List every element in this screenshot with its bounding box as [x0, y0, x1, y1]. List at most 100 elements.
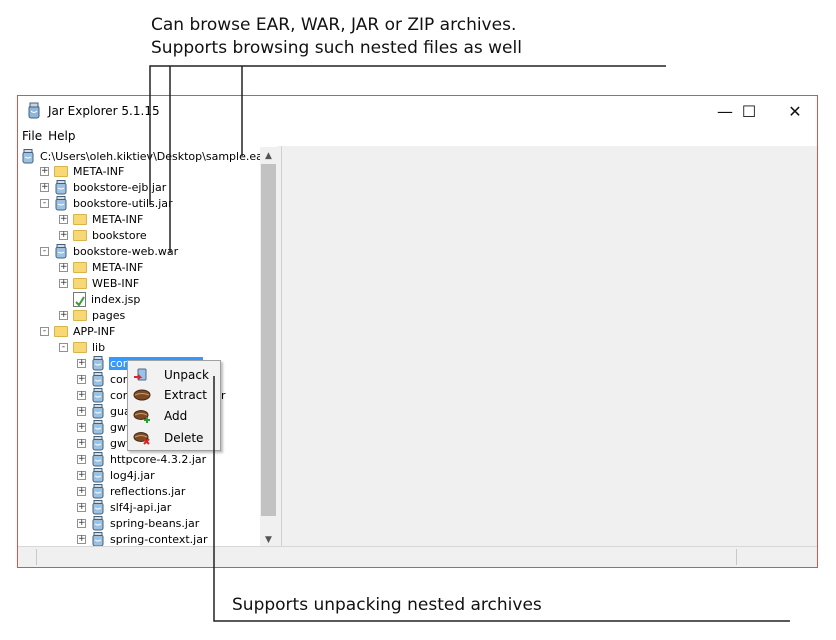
menu-item-delete[interactable]: Delete: [128, 427, 220, 448]
collapse-icon[interactable]: -: [59, 343, 68, 352]
tree-node-label: httpcore-4.3.2.jar: [110, 452, 207, 466]
menu-item-label: Unpack: [164, 367, 209, 382]
tree-node[interactable]: bookstore-utils.jar: [54, 195, 174, 211]
status-bar: [18, 546, 817, 567]
callout-unpack-nested: Supports unpacking nested archives: [232, 595, 542, 615]
expand-icon[interactable]: +: [59, 279, 68, 288]
folder-icon: [54, 165, 68, 177]
expand-icon[interactable]: +: [77, 535, 86, 544]
content-pane: [282, 146, 817, 548]
expand-icon[interactable]: +: [59, 263, 68, 272]
menu-item-add[interactable]: Add: [128, 405, 220, 426]
tree-node[interactable]: bookstore: [73, 227, 148, 243]
scroll-thumb[interactable]: [261, 164, 276, 516]
expand-icon[interactable]: +: [77, 423, 86, 432]
tree-node-label: bookstore: [92, 228, 147, 242]
folder-icon: [73, 277, 87, 289]
jar-app-icon: [28, 102, 40, 119]
app-window: Jar Explorer 5.1.15 — ☐ ✕ File Help C:\Us…: [17, 95, 818, 568]
expand-icon[interactable]: +: [59, 231, 68, 240]
tree-node[interactable]: META-INF: [73, 211, 144, 227]
coffee-bean-icon: [133, 389, 151, 400]
context-menu: Unpack Extract Add Delete: [127, 360, 221, 451]
tree-node-label: APP-INF: [73, 324, 116, 338]
expand-icon[interactable]: +: [77, 439, 86, 448]
tree-node-label: WEB-INF: [92, 276, 140, 290]
tree-node-label: META-INF: [92, 260, 144, 274]
menu-item-label: Extract: [164, 387, 207, 402]
expand-icon[interactable]: +: [77, 487, 86, 496]
close-button[interactable]: ✕: [772, 96, 818, 126]
tree-node[interactable]: WEB-INF: [73, 275, 140, 291]
status-divider-right: [736, 549, 737, 565]
menu-file[interactable]: File: [18, 126, 46, 143]
expand-icon[interactable]: +: [77, 407, 86, 416]
tree-node-label: pages: [92, 308, 126, 322]
jar-icon: [54, 179, 68, 195]
tree-node[interactable]: META-INF: [73, 259, 144, 275]
scroll-up-arrow-icon[interactable]: ▲: [260, 147, 277, 164]
tree-node-label: bookstore-ejb.jar: [73, 180, 167, 194]
expand-icon[interactable]: +: [77, 503, 86, 512]
tree-node[interactable]: spring-context.jar: [91, 531, 209, 547]
collapse-icon[interactable]: -: [40, 199, 49, 208]
menu-item-extract[interactable]: Extract: [128, 384, 220, 405]
close-icon: ✕: [788, 101, 802, 121]
expand-icon[interactable]: +: [77, 375, 86, 384]
title-bar: Jar Explorer 5.1.15 — ☐ ✕: [18, 96, 817, 126]
expand-icon[interactable]: +: [77, 471, 86, 480]
coffee-bean-delete-icon: [133, 431, 150, 445]
jar-icon: [91, 483, 105, 499]
jar-icon: [91, 419, 105, 435]
collapse-icon[interactable]: -: [40, 247, 49, 256]
jar-icon: [91, 403, 105, 419]
menu-item-label: Add: [164, 408, 188, 423]
expand-icon[interactable]: +: [77, 519, 86, 528]
tree-node[interactable]: httpcore-4.3.2.jar: [91, 451, 207, 467]
tree-node[interactable]: slf4j-api.jar: [91, 499, 172, 515]
tree-node[interactable]: APP-INF: [54, 323, 116, 339]
expand-icon[interactable]: +: [77, 391, 86, 400]
tree-node[interactable]: bookstore-ejb.jar: [54, 179, 167, 195]
jar-icon: [91, 499, 105, 515]
folder-icon: [73, 309, 87, 321]
expand-icon[interactable]: +: [77, 455, 86, 464]
tree-node-label: META-INF: [92, 212, 144, 226]
tree-node-label: C:\Users\oleh.kiktiev\Desktop\sample.ear: [40, 149, 268, 163]
menu-help[interactable]: Help: [46, 126, 79, 143]
expand-icon[interactable]: +: [40, 183, 49, 192]
jsp-file-icon: [73, 291, 86, 307]
callout-line-1: Can browse EAR, WAR, JAR or ZIP archives…: [151, 15, 517, 35]
expand-icon[interactable]: +: [59, 215, 68, 224]
tree-node-label: slf4j-api.jar: [110, 500, 172, 514]
tree-node-label: log4j.jar: [110, 468, 155, 482]
tree-node[interactable]: reflections.jar: [91, 483, 186, 499]
tree-scrollbar[interactable]: ▲ ▼: [260, 147, 277, 548]
expand-icon[interactable]: +: [59, 311, 68, 320]
collapse-icon[interactable]: -: [40, 327, 49, 336]
expand-icon[interactable]: +: [77, 359, 86, 368]
folder-icon: [73, 213, 87, 225]
tree-node-label: bookstore-utils.jar: [73, 196, 173, 210]
jar-icon: [54, 195, 68, 211]
tree-node-label: META-INF: [73, 164, 125, 178]
tree-node[interactable]: spring-beans.jar: [91, 515, 200, 531]
tree-node[interactable]: lib: [73, 339, 106, 355]
maximize-button[interactable]: ☐: [726, 96, 772, 126]
coffee-bean-add-icon: [133, 409, 150, 423]
folder-icon: [73, 261, 87, 273]
menu-item-label: Delete: [164, 430, 204, 445]
jar-icon: [91, 515, 105, 531]
callout-browse-archives: Can browse EAR, WAR, JAR or ZIP archives…: [151, 14, 522, 60]
archive-tree[interactable]: C:\Users\oleh.kiktiev\Desktop\sample.ear…: [18, 146, 280, 548]
jar-icon: [91, 531, 105, 547]
tree-root-node[interactable]: C:\Users\oleh.kiktiev\Desktop\sample.ear: [21, 148, 268, 164]
menu-item-unpack[interactable]: Unpack: [128, 364, 220, 385]
maximize-icon: ☐: [741, 101, 757, 121]
tree-node[interactable]: pages: [73, 307, 126, 323]
tree-node[interactable]: META-INF: [54, 163, 125, 179]
tree-node[interactable]: bookstore-web.war: [54, 243, 179, 259]
tree-node[interactable]: index.jsp: [73, 291, 141, 307]
expand-icon[interactable]: +: [40, 167, 49, 176]
tree-node[interactable]: log4j.jar: [91, 467, 156, 483]
